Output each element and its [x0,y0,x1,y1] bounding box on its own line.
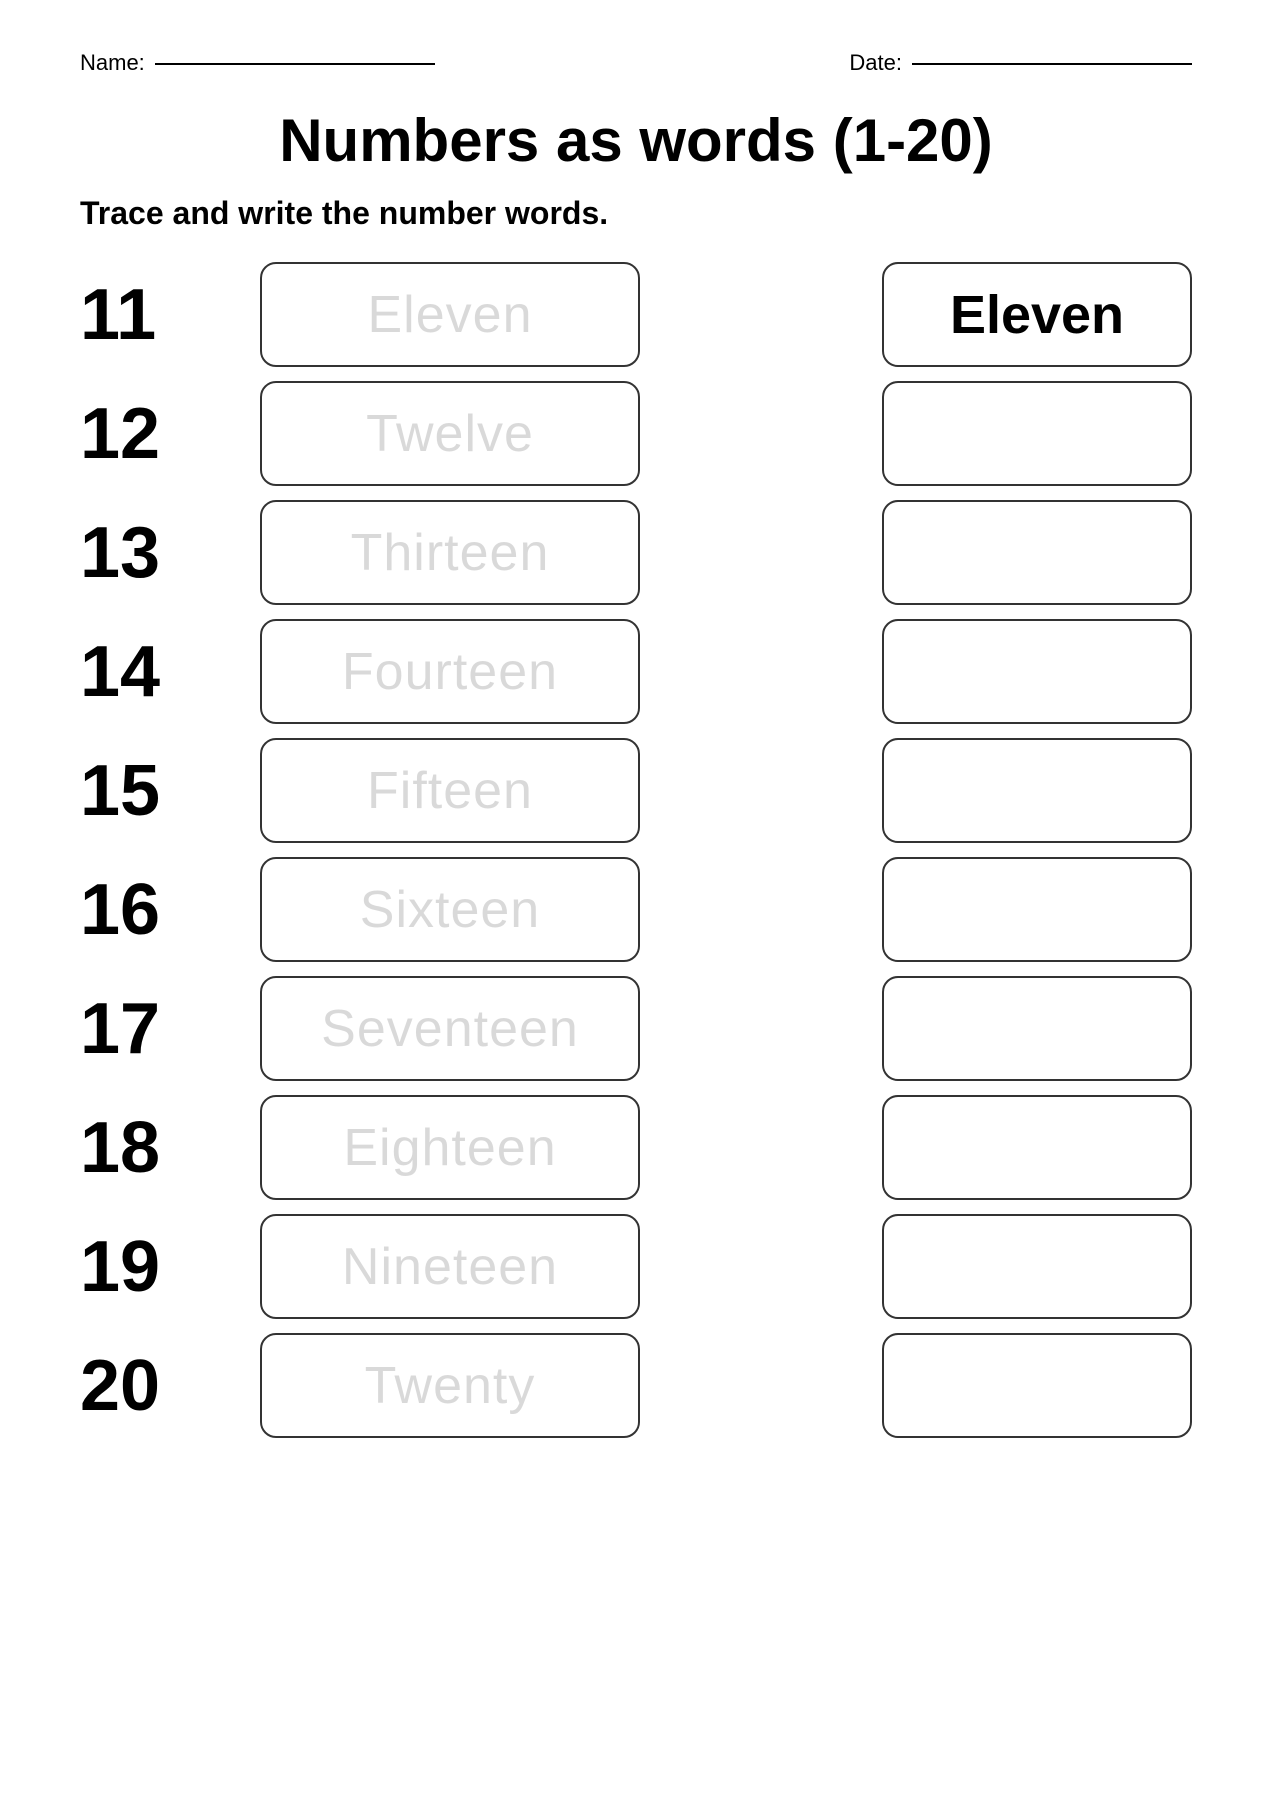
write-text-11: Eleven [950,284,1124,346]
trace-box-13[interactable]: Thirteen [260,500,640,605]
name-label: Name: [80,50,145,76]
number-row-14: 14 Fourteen [80,619,1192,724]
number-row-11: 11 Eleven Eleven [80,262,1192,367]
name-field: Name: [80,50,435,76]
trace-box-14[interactable]: Fourteen [260,619,640,724]
write-box-17[interactable] [882,976,1192,1081]
rows-container: 11 Eleven Eleven 12 Twelve 13 Thirteen 14 Fourte… [80,262,1192,1438]
trace-box-15[interactable]: Fifteen [260,738,640,843]
number-row-15: 15 Fifteen [80,738,1192,843]
worksheet-page: Name: Date: Numbers as words (1-20) Trac… [0,0,1272,1800]
trace-text-16: Sixteen [360,880,540,940]
trace-text-14: Fourteen [342,642,558,702]
number-label-13: 13 [80,517,240,589]
trace-text-12: Twelve [366,404,534,464]
trace-text-20: Twenty [365,1356,536,1416]
page-title: Numbers as words (1-20) [80,106,1192,175]
number-label-14: 14 [80,636,240,708]
number-row-18: 18 Eighteen [80,1095,1192,1200]
trace-text-13: Thirteen [351,523,550,583]
number-row-17: 17 Seventeen [80,976,1192,1081]
trace-text-17: Seventeen [321,999,579,1059]
number-label-18: 18 [80,1112,240,1184]
number-label-19: 19 [80,1231,240,1303]
number-row-12: 12 Twelve [80,381,1192,486]
trace-text-15: Fifteen [367,761,533,821]
write-box-15[interactable] [882,738,1192,843]
trace-text-19: Nineteen [342,1237,558,1297]
trace-box-18[interactable]: Eighteen [260,1095,640,1200]
write-box-13[interactable] [882,500,1192,605]
write-box-14[interactable] [882,619,1192,724]
trace-box-12[interactable]: Twelve [260,381,640,486]
header: Name: Date: [80,50,1192,76]
number-row-19: 19 Nineteen [80,1214,1192,1319]
write-box-11[interactable]: Eleven [882,262,1192,367]
write-box-12[interactable] [882,381,1192,486]
write-box-16[interactable] [882,857,1192,962]
number-label-17: 17 [80,993,240,1065]
trace-box-20[interactable]: Twenty [260,1333,640,1438]
number-label-12: 12 [80,398,240,470]
subtitle: Trace and write the number words. [80,195,1192,232]
number-row-13: 13 Thirteen [80,500,1192,605]
trace-box-11[interactable]: Eleven [260,262,640,367]
date-underline [912,61,1192,65]
number-label-20: 20 [80,1350,240,1422]
trace-box-17[interactable]: Seventeen [260,976,640,1081]
date-label: Date: [849,50,902,76]
number-label-15: 15 [80,755,240,827]
number-row-20: 20 Twenty [80,1333,1192,1438]
date-field: Date: [849,50,1192,76]
trace-box-19[interactable]: Nineteen [260,1214,640,1319]
trace-text-11: Eleven [368,285,533,345]
number-label-16: 16 [80,874,240,946]
write-box-18[interactable] [882,1095,1192,1200]
trace-text-18: Eighteen [343,1118,556,1178]
trace-box-16[interactable]: Sixteen [260,857,640,962]
name-underline [155,61,435,65]
write-box-20[interactable] [882,1333,1192,1438]
write-box-19[interactable] [882,1214,1192,1319]
number-label-11: 11 [80,279,240,351]
number-row-16: 16 Sixteen [80,857,1192,962]
